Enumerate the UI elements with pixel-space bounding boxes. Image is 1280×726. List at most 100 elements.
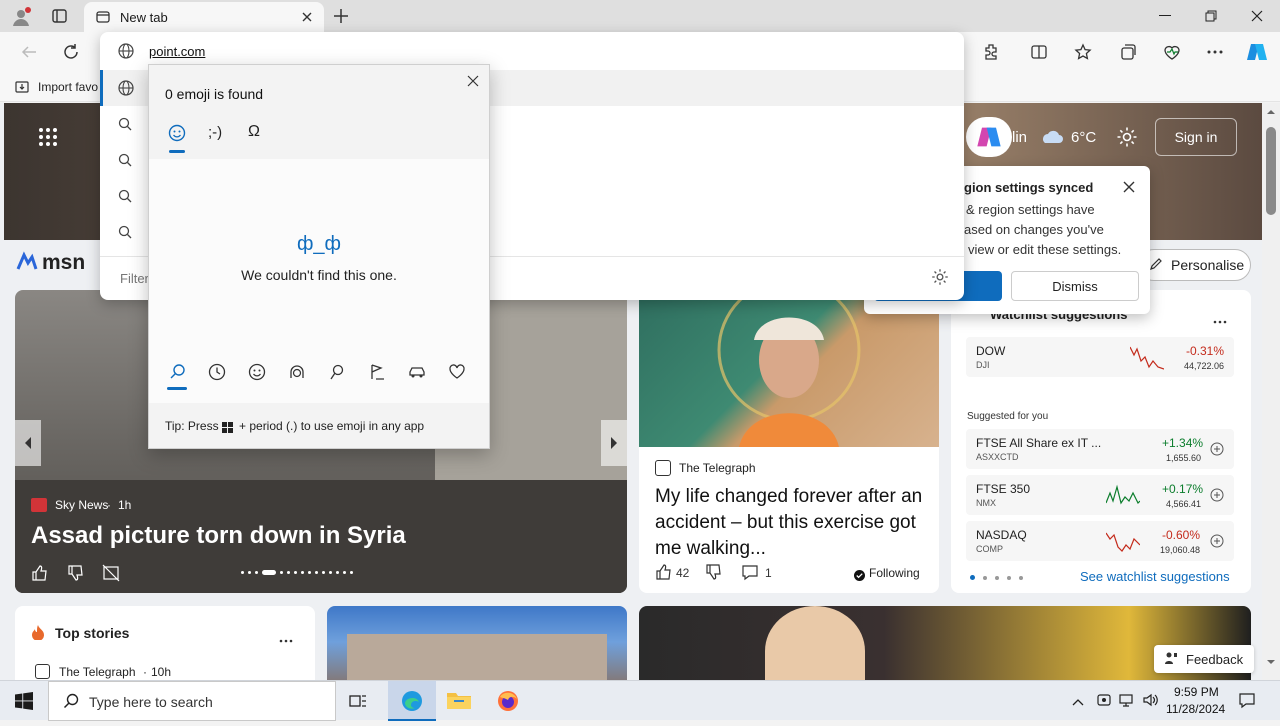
- add-to-watchlist-icon[interactable]: [1210, 534, 1224, 553]
- see-watchlist-link[interactable]: See watchlist suggestions: [1080, 569, 1230, 584]
- emoji-tab-underline: [169, 150, 185, 153]
- celebration-category-icon[interactable]: [328, 363, 346, 386]
- kaomoji-tab[interactable]: ;-): [208, 124, 222, 141]
- stock-row-nasdaq[interactable]: NASDAQ COMP -0.60% 19,060.48: [966, 521, 1234, 561]
- add-to-watchlist-icon[interactable]: [1210, 488, 1224, 507]
- new-tab-button[interactable]: [332, 7, 350, 30]
- personalise-label: Personalise: [1171, 257, 1245, 273]
- hide-story-icon[interactable]: [102, 564, 120, 587]
- tab-new-tab[interactable]: New tab: [84, 2, 324, 32]
- food-category-icon[interactable]: [368, 363, 386, 386]
- minimize-button[interactable]: [1142, 0, 1188, 32]
- emoji-search-icon[interactable]: [169, 363, 187, 386]
- top-stories-more-icon[interactable]: [279, 630, 293, 648]
- copilot-bubble-icon[interactable]: [966, 117, 1012, 157]
- close-window-button[interactable]: [1234, 0, 1280, 32]
- page-settings-icon[interactable]: [1116, 126, 1138, 153]
- scroll-up-icon[interactable]: [1266, 109, 1276, 115]
- add-to-watchlist-icon[interactable]: [1210, 442, 1224, 461]
- stock-sparkline: [1106, 484, 1140, 505]
- scrollbar-thumb[interactable]: [1266, 127, 1276, 215]
- page-scrollbar[interactable]: [1262, 103, 1280, 680]
- import-favorites-link[interactable]: Import favo: [38, 80, 98, 94]
- story2-like-icon[interactable]: [655, 563, 673, 586]
- firefox-icon[interactable]: [496, 689, 520, 718]
- heart-category-icon[interactable]: [448, 363, 466, 386]
- emoji-panel: 0 emoji is found ;-) Ω ф_ф We couldn't f…: [148, 64, 490, 449]
- clock-date[interactable]: 11/28/2024: [1166, 702, 1225, 716]
- tab-actions-icon[interactable]: [50, 7, 70, 25]
- emoji-close-icon[interactable]: [467, 74, 479, 92]
- meet-now-icon[interactable]: [1096, 692, 1112, 713]
- search-icon: [118, 189, 132, 208]
- volume-icon[interactable]: [1142, 692, 1160, 713]
- top-stories-title[interactable]: Top stories: [55, 625, 129, 641]
- show-hidden-icons[interactable]: [1072, 694, 1084, 712]
- following-button[interactable]: Following: [869, 566, 920, 580]
- tip-prefix: Tip: Press: [165, 419, 219, 433]
- watchlist-more-icon[interactable]: [1213, 311, 1227, 329]
- extensions-icon[interactable]: [978, 40, 1004, 64]
- filter-input[interactable]: Filter: [120, 271, 149, 286]
- like-icon[interactable]: [31, 564, 49, 587]
- msn-logo[interactable]: msn: [42, 251, 85, 275]
- stock-row-ftse-all-share[interactable]: FTSE All Share ex IT ... ASXXCTD +1.34% …: [966, 429, 1234, 469]
- task-view-icon[interactable]: [348, 691, 368, 716]
- story2-headline[interactable]: My life changed forever after an acciden…: [655, 484, 931, 562]
- file-explorer-icon[interactable]: [446, 689, 472, 716]
- feedback-icon: [1164, 651, 1178, 668]
- recent-clock-icon[interactable]: [208, 363, 226, 386]
- smiley-category-icon[interactable]: [248, 363, 266, 386]
- story-card-building[interactable]: [327, 606, 627, 680]
- globe-icon: [118, 43, 134, 64]
- popover-close-icon[interactable]: [1122, 180, 1136, 199]
- following-check-icon: [854, 568, 865, 586]
- hero-dot: ·: [107, 498, 111, 512]
- collections-icon[interactable]: [1115, 40, 1141, 64]
- watchlist-pager[interactable]: [970, 575, 1023, 580]
- omnibox-settings-icon[interactable]: [931, 268, 949, 291]
- copilot-icon[interactable]: [1244, 40, 1270, 64]
- back-icon[interactable]: [16, 40, 42, 64]
- split-screen-icon[interactable]: [1026, 40, 1052, 64]
- clock-time[interactable]: 9:59 PM: [1174, 685, 1219, 699]
- story2-dislike-icon[interactable]: [705, 563, 723, 586]
- story-card-telegraph[interactable]: The Telegraph My life changed forever af…: [639, 290, 939, 593]
- apps-grid-icon[interactable]: [38, 127, 58, 152]
- symbols-tab[interactable]: Ω: [248, 123, 260, 141]
- profile-icon[interactable]: [10, 6, 32, 28]
- telegraph-icon: [35, 664, 50, 679]
- close-tab-icon[interactable]: [300, 10, 314, 29]
- emoji-tab-icon[interactable]: [168, 124, 186, 147]
- start-button[interactable]: [0, 681, 48, 721]
- feedback-button[interactable]: Feedback: [1154, 645, 1254, 673]
- import-icon: [14, 79, 30, 100]
- favorites-star-icon[interactable]: [1070, 40, 1096, 64]
- more-options-icon[interactable]: [1202, 40, 1228, 64]
- weather-temp[interactable]: 6°C: [1071, 129, 1096, 146]
- network-icon[interactable]: [1118, 692, 1136, 713]
- sign-in-button[interactable]: Sign in: [1155, 118, 1237, 156]
- taskbar-edge-icon[interactable]: [388, 681, 436, 721]
- address-input[interactable]: point.com: [149, 44, 205, 59]
- dislike-icon[interactable]: [67, 564, 85, 587]
- top-story-age: 10h: [151, 665, 172, 679]
- refresh-icon[interactable]: [58, 40, 84, 64]
- transport-category-icon[interactable]: [408, 364, 426, 385]
- taskbar-search-box[interactable]: Type here to search: [48, 681, 336, 721]
- performance-icon[interactable]: [1159, 40, 1185, 64]
- scroll-down-icon[interactable]: [1266, 659, 1276, 665]
- stock-row-ftse-350[interactable]: FTSE 350 NMX +0.17% 4,566.41: [966, 475, 1234, 515]
- carousel-dots[interactable]: [241, 570, 353, 575]
- stock-row-dow[interactable]: DOW DJI -0.31% 44,722.06: [966, 337, 1234, 377]
- hero-next-button[interactable]: [601, 420, 627, 466]
- hero-prev-button[interactable]: [15, 420, 41, 466]
- comment-icon[interactable]: [741, 563, 759, 586]
- personalise-button[interactable]: Personalise: [1138, 249, 1251, 281]
- hero-headline[interactable]: Assad picture torn down in Syria: [31, 522, 406, 550]
- weather-city[interactable]: lin: [1012, 129, 1027, 146]
- dismiss-button[interactable]: Dismiss: [1011, 271, 1139, 301]
- restore-button[interactable]: [1188, 0, 1234, 32]
- people-category-icon[interactable]: [288, 363, 306, 386]
- notifications-icon[interactable]: [1238, 691, 1256, 714]
